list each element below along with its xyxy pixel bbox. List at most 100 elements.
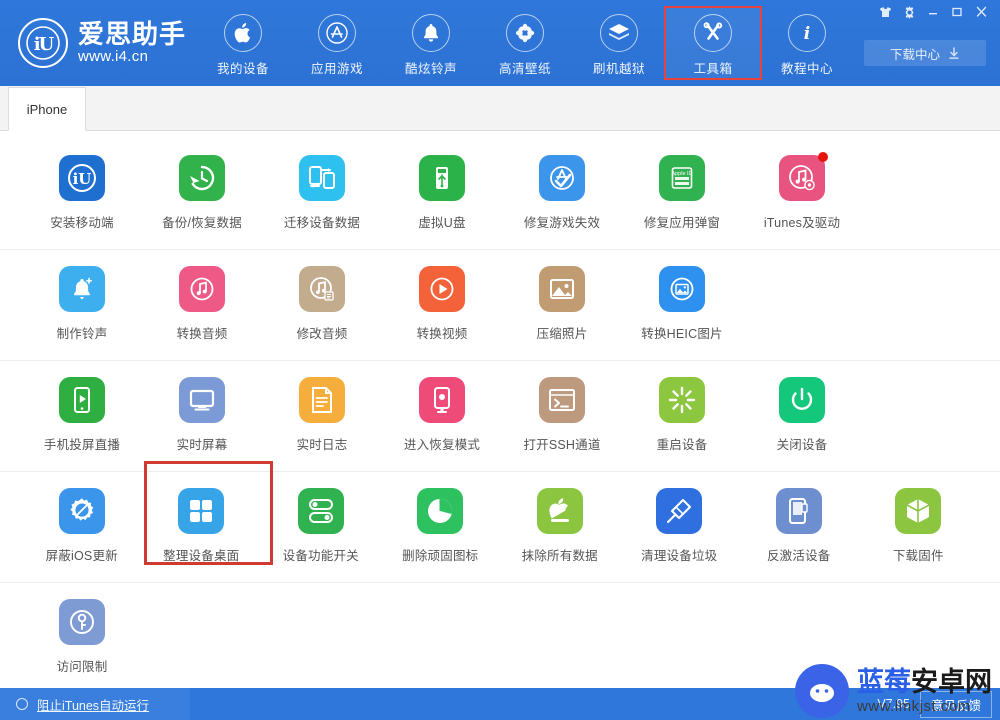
apple-icon bbox=[224, 14, 262, 52]
tool-screen-cast[interactable]: 手机投屏直播 bbox=[22, 361, 142, 453]
tool-backup-restore[interactable]: 备份/恢复数据 bbox=[142, 139, 262, 231]
box-icon bbox=[600, 14, 638, 52]
download-icon bbox=[949, 46, 959, 59]
tool-feature-toggle[interactable]: 设备功能开关 bbox=[261, 472, 381, 564]
erase-data-icon bbox=[536, 488, 583, 534]
realtime-screen-icon bbox=[179, 377, 225, 423]
tool-label: 转换视频 bbox=[416, 327, 468, 341]
tool-edit-audio[interactable]: 修改音频 bbox=[262, 250, 382, 342]
tool-install-mobile[interactable]: iU 安装移动端 bbox=[22, 139, 142, 231]
tool-label: 实时屏幕 bbox=[176, 438, 228, 452]
tool-recovery-mode[interactable]: 进入恢复模式 bbox=[382, 361, 502, 453]
tool-compress-photo[interactable]: 压缩照片 bbox=[502, 250, 622, 342]
tool-make-ringtone[interactable]: 制作铃声 bbox=[22, 250, 142, 342]
restart-device-icon bbox=[659, 377, 705, 423]
tab-iphone[interactable]: iPhone bbox=[8, 87, 86, 131]
recovery-mode-icon bbox=[419, 377, 465, 423]
nav-label: 高清壁纸 bbox=[498, 62, 551, 76]
brand-name: 爱思助手 bbox=[78, 19, 187, 49]
i4-app-icon: iU bbox=[59, 155, 105, 201]
tool-restart-device[interactable]: 重启设备 bbox=[622, 361, 742, 453]
notification-badge bbox=[818, 152, 828, 162]
tool-label: 重启设备 bbox=[656, 438, 708, 452]
nav-item-toolbox[interactable]: 工具箱 bbox=[664, 6, 762, 80]
brand: iU 爱思助手 www.i4.cn bbox=[18, 18, 186, 68]
tool-erase-all-data[interactable]: 抹除所有数据 bbox=[500, 472, 620, 564]
version-label: V7.95 bbox=[877, 697, 910, 711]
tool-label: 屏蔽iOS更新 bbox=[45, 549, 118, 563]
tool-shutdown-device[interactable]: 关闭设备 bbox=[742, 361, 862, 453]
block-itunes-toggle[interactable]: 阻止iTunes自动运行 bbox=[0, 688, 190, 720]
tool-migrate-data[interactable]: 迁移设备数据 bbox=[262, 139, 382, 231]
tool-row: iU 安装移动端 备份/恢复数据 迁移设备数据 虚拟U盘 修复游戏失效 Appl… bbox=[0, 139, 1000, 250]
tool-label: 压缩照片 bbox=[536, 327, 588, 341]
tool-label: 反激活设备 bbox=[766, 549, 831, 563]
tool-label: 修复应用弹窗 bbox=[643, 216, 721, 230]
tool-virtual-udisk[interactable]: 虚拟U盘 bbox=[382, 139, 502, 231]
nav-label: 工具箱 bbox=[693, 62, 733, 76]
nav-item-ringtones[interactable]: 酷炫铃声 bbox=[384, 8, 478, 78]
svg-text:iU: iU bbox=[34, 34, 55, 55]
realtime-log-icon bbox=[299, 377, 345, 423]
edit-audio-icon bbox=[299, 266, 345, 312]
tool-convert-audio[interactable]: 转换音频 bbox=[142, 250, 262, 342]
tool-label: 访问限制 bbox=[56, 660, 108, 674]
nav-label: 我的设备 bbox=[216, 62, 269, 76]
svg-text:iU: iU bbox=[73, 170, 92, 188]
tools-icon bbox=[694, 14, 732, 52]
tool-ssh-tunnel[interactable]: 打开SSH通道 bbox=[502, 361, 622, 453]
bell-icon bbox=[412, 14, 450, 52]
tool-label: 安装移动端 bbox=[50, 216, 114, 230]
nav-item-wallpapers[interactable]: 高清壁纸 bbox=[478, 8, 572, 78]
nav-item-flash-jailbreak[interactable]: 刷机越狱 bbox=[572, 8, 666, 78]
tool-convert-video[interactable]: 转换视频 bbox=[382, 250, 502, 342]
tool-label: 转换音频 bbox=[176, 327, 228, 341]
gear-icon[interactable] bbox=[898, 3, 920, 21]
radio-icon[interactable] bbox=[16, 698, 28, 710]
tool-label: 转换HEIC图片 bbox=[641, 327, 723, 341]
appleid-popup-icon: Apple ID bbox=[659, 155, 705, 201]
close-icon[interactable] bbox=[970, 3, 992, 21]
compress-photo-icon bbox=[539, 266, 585, 312]
nav-label: 刷机越狱 bbox=[592, 62, 645, 76]
tool-label: 整理设备桌面 bbox=[163, 549, 240, 563]
nav-item-my-device[interactable]: 我的设备 bbox=[196, 8, 290, 78]
brand-url: www.i4.cn bbox=[78, 48, 149, 65]
tool-label: 进入恢复模式 bbox=[403, 438, 481, 452]
tool-download-firmware[interactable]: 下载固件 bbox=[859, 472, 979, 564]
download-center-button[interactable]: 下载中心 bbox=[864, 40, 986, 66]
tool-label: 手机投屏直播 bbox=[43, 438, 121, 452]
tab-label: iPhone bbox=[26, 101, 68, 117]
tool-access-restriction[interactable]: 访问限制 bbox=[22, 583, 142, 675]
feedback-button[interactable]: 意见反馈 bbox=[919, 690, 992, 718]
tool-fix-game[interactable]: 修复游戏失效 bbox=[502, 139, 622, 231]
tool-realtime-log[interactable]: 实时日志 bbox=[262, 361, 382, 453]
tool-itunes-driver[interactable]: iTunes及驱动 bbox=[742, 139, 862, 231]
screen-cast-icon bbox=[59, 377, 105, 423]
tool-block-ios-update[interactable]: 屏蔽iOS更新 bbox=[22, 472, 142, 564]
tool-clean-junk[interactable]: 清理设备垃圾 bbox=[620, 472, 740, 564]
clean-junk-icon bbox=[656, 488, 703, 534]
nav-item-apps-games[interactable]: 应用游戏 bbox=[290, 8, 384, 78]
download-firmware-icon bbox=[895, 488, 942, 534]
tool-fix-app-popup[interactable]: Apple ID 修复应用弹窗 bbox=[622, 139, 742, 231]
tool-organize-desktop[interactable]: 整理设备桌面 bbox=[142, 461, 272, 565]
download-center-label: 下载中心 bbox=[889, 47, 940, 62]
itunes-driver-icon bbox=[779, 155, 825, 201]
tool-convert-heic[interactable]: 转换HEIC图片 bbox=[622, 250, 742, 342]
tool-label: 删除顽固图标 bbox=[402, 549, 479, 563]
nav-item-tutorials[interactable]: i 教程中心 bbox=[760, 8, 854, 78]
convert-video-icon bbox=[419, 266, 465, 312]
tool-delete-stubborn-icon[interactable]: 删除顽固图标 bbox=[381, 472, 501, 564]
maximize-icon[interactable] bbox=[946, 3, 968, 21]
tool-deactivate-device[interactable]: 反激活设备 bbox=[739, 472, 859, 564]
feature-toggle-icon bbox=[297, 488, 344, 534]
shirt-icon[interactable] bbox=[874, 3, 896, 21]
minimize-icon[interactable] bbox=[922, 3, 944, 21]
tool-realtime-screen[interactable]: 实时屏幕 bbox=[142, 361, 262, 453]
tool-row: 访问限制 bbox=[0, 583, 1000, 688]
delete-icon-icon bbox=[417, 488, 464, 534]
app-window: iU 爱思助手 www.i4.cn 我的设备 应用游戏 酷炫铃声 高清壁纸 刷机… bbox=[0, 0, 1000, 720]
device-migrate-icon bbox=[299, 155, 345, 201]
organize-desktop-icon bbox=[178, 488, 225, 534]
